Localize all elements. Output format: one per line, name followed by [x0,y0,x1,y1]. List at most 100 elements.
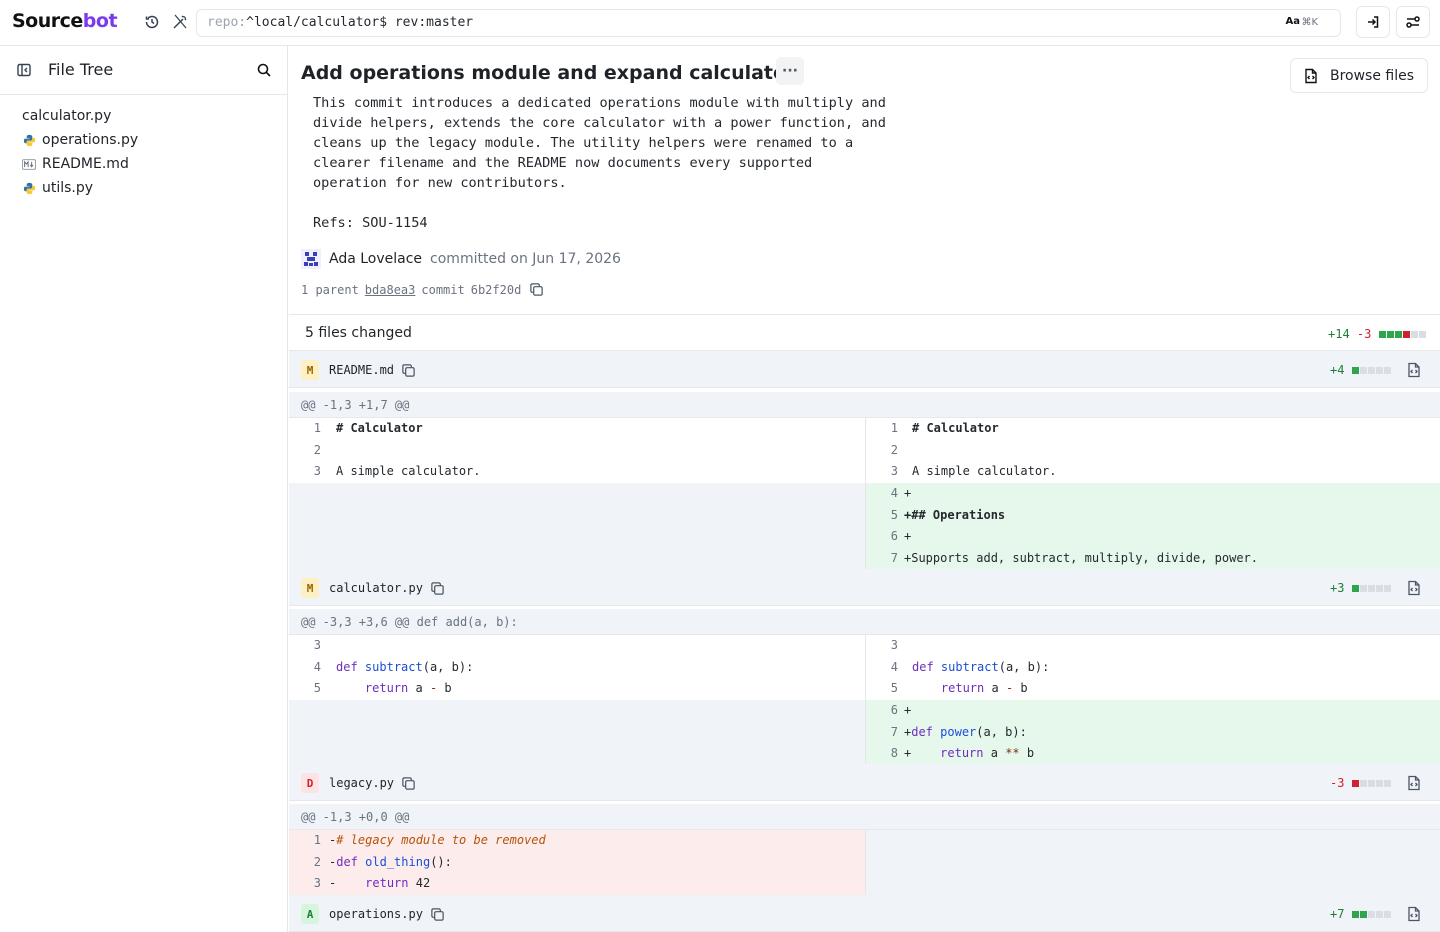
copy-icon[interactable] [401,363,416,378]
tree-item-label: operations.py [42,132,139,148]
diff-line: 3A simple calculator. [890,464,1057,478]
python-icon [22,133,36,147]
markdown-icon [22,157,36,171]
author-name[interactable]: Ada Lovelace [329,251,422,267]
keyboard-shortcut-hint: ⌘K [1301,17,1318,28]
parent-hash-link[interactable]: bda8ea3 [365,283,416,297]
diff-body-legacy: 1 -# legacy module to be removed 2 -def ol… [289,830,1440,895]
file-header-operations[interactable]: A operations.py +7 [289,895,1440,932]
diff-line-added: 7 +Supports add, subtract, multiply, divi… [866,547,1440,569]
commit-message-line: cleans up the legacy module. The utility… [313,135,854,151]
diff-line: 2 [890,442,898,457]
diff-line: 5 return a - b [890,681,1028,695]
diff-left-gap [289,700,865,764]
more-options-button[interactable]: ··· [776,57,804,85]
diff-line: 4 def subtract(a, b): [313,659,474,674]
diff-right-pane: 1 # Calculator 2 3A simple calculator. 4 +… [865,418,1440,569]
diff-line: 1 # Calculator [313,421,423,435]
diff-left-pane: 1 -# legacy module to be removed 2 -def ol… [289,830,865,895]
file-diff-stat: +7 [1330,907,1392,921]
commit-title: Add operations module and expand calcula… [301,62,796,84]
search-bar[interactable]: repo:^local/calculator$ rev:master Aa ⌘K [196,9,1341,37]
commit-view: Add operations module and expand calcula… [289,46,1440,932]
modified-badge: M [301,578,319,598]
commit-hash: 6b2f20d [470,282,522,297]
file-tree-panel: File Tree calculator.py operations.py RE… [0,46,288,932]
hunk-header: @@ -1,3 +1,7 @@ [289,392,1440,418]
view-file-icon[interactable] [1407,906,1421,922]
diff-line-added: 8 + return a ** b [866,743,1440,765]
tree-item-label: README.md [42,156,129,172]
tree-item-label: utils.py [42,180,94,196]
avatar[interactable] [301,249,321,269]
collapse-panel-icon[interactable] [10,56,38,84]
file-header-legacy[interactable]: D legacy.py -3 [289,764,1440,801]
tree-item-calculator[interactable]: calculator.py [22,105,111,127]
added-badge: A [301,904,319,924]
diff-right-pane: 3 4 def subtract(a, b): 5 return a - b 6 +… [865,635,1440,765]
commit-message-line: operation for new contributors. [313,175,567,191]
diff-left-pane: 1 # Calculator 2 3A simple calculator. [289,418,865,483]
hunk-header: @@ -3,3 +3,6 @@ def add(a, b): [289,609,1440,635]
commit-refs: Refs: SOU-1154 [313,215,428,231]
copy-icon[interactable] [529,282,544,297]
file-diff-stat: +4 [1330,363,1392,377]
file-name[interactable]: legacy.py [329,776,394,790]
case-sensitive-toggle[interactable]: Aa [1286,16,1301,27]
view-file-icon[interactable] [1407,580,1421,596]
author-row: Ada Lovelace committed on Jun 17, 2026 [301,249,621,269]
diff-line-removed: 3- return 42 [289,873,865,895]
diff-body-readme: 1 # Calculator 2 3A simple calculator. 1 #… [289,418,1440,569]
python-icon [22,181,36,195]
diff-line-added: 4 + [866,483,1440,505]
diff-line: 4 def subtract(a, b): [890,659,1050,674]
diff-right-gap [865,830,1440,895]
search-query[interactable]: repo:^local/calculator$ rev:master [207,15,473,30]
copy-icon[interactable] [430,581,445,596]
diff-line: 3A simple calculator. [313,464,481,478]
file-name[interactable]: calculator.py [329,581,423,595]
tree-item-operations[interactable]: operations.py [22,129,138,151]
diff-body-calculator: 3 4 def subtract(a, b): 5 return a - b 3 … [289,635,1440,765]
diff-line: 1 # Calculator [890,421,999,435]
diff-line-added: 6 + [866,700,1440,722]
diff-left-pane: 3 4 def subtract(a, b): 5 return a - b [289,635,865,700]
browse-files-button[interactable]: Browse files [1290,58,1428,93]
sourcebot-logo[interactable]: Sourcebot [12,10,118,32]
magic-wand-icon[interactable] [166,8,194,36]
diff-line: 3 [890,638,898,652]
diff-line-removed: 2 -def old_thing(): [289,851,865,873]
file-code-icon [1305,68,1317,83]
file-diff-stat: -3 [1330,776,1392,790]
commit-date: committed on Jun 17, 2026 [430,251,621,267]
parent-row: 1 parent bda8ea3 commit 6b2f20d [301,282,544,297]
view-file-icon[interactable] [1407,775,1421,791]
tree-item-readme[interactable]: README.md [22,153,129,175]
diff-line-added: 5 +## Operations [866,504,1440,526]
copy-icon[interactable] [430,907,445,922]
file-header-readme[interactable]: M README.md +4 [289,351,1440,388]
diff-line: 3 [313,638,321,652]
commit-message-line: clearer filename and the README now docu… [313,155,813,171]
diff-line-added: 7 +def power(a, b): [866,721,1440,743]
commit-message-line: This commit introduces a dedicated opera… [313,95,886,111]
sign-in-button[interactable] [1356,6,1390,38]
copy-icon[interactable] [401,776,416,791]
commit-label: commit [421,282,465,297]
modified-badge: M [301,360,319,380]
diff-line-removed: 1 -# legacy module to be removed [289,830,865,852]
file-name[interactable]: README.md [329,363,394,377]
files-changed-label: 5 files changed [305,325,412,341]
settings-toggle-icon[interactable] [1396,6,1430,38]
file-name[interactable]: operations.py [329,907,423,921]
diff-line: 2 [313,442,321,457]
commit-message-line: divide helpers, extends the core calcula… [313,115,886,131]
tree-item-utils[interactable]: utils.py [22,177,93,199]
history-icon[interactable] [138,8,166,36]
file-header-calculator[interactable]: M calculator.py +3 [289,569,1440,606]
diff-line: 5 return a - b [313,681,452,695]
view-file-icon[interactable] [1407,362,1421,378]
file-tree-title: File Tree [48,60,114,79]
tree-item-label: calculator.py [22,108,112,124]
search-icon[interactable] [250,56,278,84]
